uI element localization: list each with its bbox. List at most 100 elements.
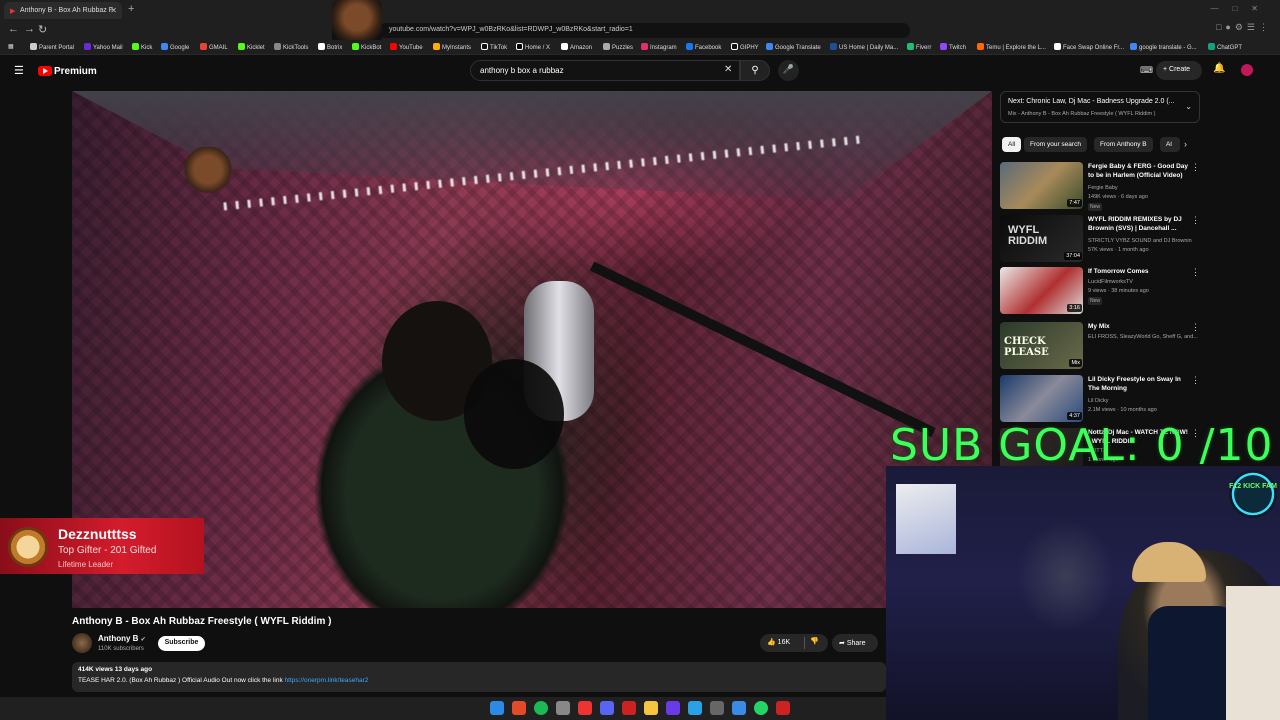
- bookmark-16[interactable]: Facebook: [686, 43, 721, 51]
- duration: 4:37: [1067, 412, 1082, 420]
- new-badge: New: [1088, 203, 1103, 211]
- bookmark-11[interactable]: TikTok: [481, 43, 507, 51]
- bookmarks-bar: ▦ Parent Portal Yahoo Mail Kick Google G…: [0, 40, 1280, 55]
- app-icon[interactable]: [688, 701, 702, 715]
- youtube-brand[interactable]: Premium: [54, 66, 97, 77]
- bookmark-18[interactable]: Google Translate: [766, 43, 821, 51]
- more-options-icon[interactable]: ⋮: [1191, 215, 1200, 226]
- bookmark-5[interactable]: Kicklet: [238, 43, 265, 51]
- bookmark-2[interactable]: Kick: [132, 43, 152, 51]
- description-link[interactable]: https://onerpm.link/teasehar2: [285, 677, 369, 684]
- bookmark-15[interactable]: Instagram: [641, 43, 677, 51]
- app-icon[interactable]: [666, 701, 680, 715]
- recommendation-item[interactable]: 3:16 If Tomorrow Comes LucidFilmworksTV …: [1000, 267, 1200, 315]
- chip-more[interactable]: Al: [1160, 137, 1180, 152]
- streamer-cap: [1132, 542, 1206, 582]
- bookmark-25[interactable]: ChatGPT: [1208, 43, 1242, 51]
- bookmark-23[interactable]: Face Swap Online Fr...: [1054, 43, 1124, 51]
- back-icon[interactable]: ←: [8, 23, 19, 35]
- more-options-icon[interactable]: ⋮: [1191, 267, 1200, 278]
- apps-icon[interactable]: ▦: [8, 43, 14, 50]
- address-bar[interactable]: youtube.com/watch?v=WPJ_w0BzRKo&list=RDW…: [378, 23, 910, 38]
- bookmark-14[interactable]: Puzzles: [603, 43, 633, 51]
- more-options-icon[interactable]: ⋮: [1191, 162, 1200, 173]
- brave-icon[interactable]: [512, 701, 526, 715]
- bookmark-17[interactable]: GIPHY: [731, 43, 759, 51]
- window-controls[interactable]: —□✕: [1210, 4, 1272, 13]
- bookmark-24[interactable]: google translate - G...: [1130, 43, 1197, 51]
- extension-icons[interactable]: □●⚙☰⋮: [1216, 22, 1272, 33]
- streamer-shirt: [1226, 586, 1280, 720]
- forward-icon[interactable]: →: [24, 23, 35, 35]
- chip-all[interactable]: All: [1002, 137, 1022, 152]
- bookmark-22[interactable]: Temu | Explore the L...: [977, 43, 1046, 51]
- bookmark-10[interactable]: MyInstants: [433, 43, 471, 51]
- settings-icon[interactable]: [710, 701, 724, 715]
- bookmark-8[interactable]: KickBot: [352, 43, 381, 51]
- start-icon[interactable]: [490, 701, 504, 715]
- youtube-logo-icon[interactable]: [38, 66, 52, 76]
- search-button[interactable]: ⚲: [740, 60, 770, 81]
- more-options-icon[interactable]: ⋮: [1191, 322, 1200, 333]
- bookmark-6[interactable]: KickTools: [274, 43, 308, 51]
- bookmark-7[interactable]: Botrix: [318, 43, 342, 51]
- more-options-icon[interactable]: ⋮: [1191, 375, 1200, 386]
- rec-title: Lil Dicky Freestyle on Sway In The Morni…: [1088, 376, 1181, 392]
- bookmark-12[interactable]: Home / X: [516, 43, 550, 51]
- share-button[interactable]: ➦ Share: [832, 634, 878, 652]
- top-gifter-overlay: Dezznutttss Top Gifter - 201 Gifted Life…: [0, 518, 204, 574]
- recommendation-item[interactable]: WYFL RIDDIM 37:04 WYFL RIDDIM REMIXES by …: [1000, 215, 1200, 263]
- app-icon[interactable]: [578, 701, 592, 715]
- bookmark-0[interactable]: Parent Portal: [30, 43, 74, 51]
- app-icon[interactable]: [732, 701, 746, 715]
- search-input[interactable]: anthony b box a rubbaz: [470, 60, 740, 81]
- recommendation-item[interactable]: 4:37 Lil Dicky Freestyle on Sway In The …: [1000, 375, 1200, 423]
- recommendation-item[interactable]: 7:47 Fergie Baby & FERG - Good Day to be…: [1000, 162, 1200, 211]
- subscribe-button[interactable]: Subscribe: [158, 636, 205, 651]
- notifications-bell-icon[interactable]: 🔔: [1213, 63, 1225, 74]
- browser-tabbar: ▶ Anthony B - Box Ah Rubbaz F ✕ + —□✕: [0, 0, 1280, 20]
- bookmark-4[interactable]: GMAIL: [200, 43, 228, 51]
- thumbs-up-icon: 👍: [767, 639, 776, 646]
- app-icon[interactable]: [556, 701, 570, 715]
- chip-from-channel[interactable]: From Anthony B: [1094, 137, 1153, 152]
- reload-icon[interactable]: ↻: [38, 23, 47, 36]
- streamer-vest: [1148, 606, 1238, 720]
- like-button[interactable]: 👍 16K: [767, 638, 790, 646]
- dislike-button[interactable]: 👎: [810, 637, 819, 645]
- discord-icon[interactable]: [600, 701, 614, 715]
- new-tab-icon[interactable]: +: [128, 3, 134, 15]
- bookmark-19[interactable]: US Home | Daily Ma...: [830, 43, 898, 51]
- chevron-down-icon[interactable]: ⌄: [1185, 102, 1192, 111]
- create-button[interactable]: + Create: [1156, 61, 1202, 80]
- whatsapp-icon[interactable]: [754, 701, 768, 715]
- rec-channel: STRICTLY VYBZ SOUND and DJ Brownin: [1088, 238, 1192, 244]
- close-tab-icon[interactable]: ✕: [110, 6, 117, 15]
- chevron-right-icon[interactable]: ›: [1184, 139, 1187, 149]
- channel-name[interactable]: Anthony B ✔: [98, 634, 146, 643]
- video-player[interactable]: [72, 91, 992, 608]
- up-next-panel[interactable]: Next: Chronic Law, Dj Mac - Badness Upgr…: [1000, 91, 1200, 123]
- recommendation-item[interactable]: CHECK PLEASE Mix My Mix ELI FROSS, Sleaz…: [1000, 322, 1200, 370]
- chip-from-search[interactable]: From your search: [1024, 137, 1087, 152]
- hamburger-menu-icon[interactable]: ☰: [14, 64, 24, 77]
- bookmark-20[interactable]: Fiverr: [907, 43, 931, 51]
- user-avatar[interactable]: [1241, 64, 1253, 76]
- app-icon[interactable]: [776, 701, 790, 715]
- folder-icon[interactable]: [644, 701, 658, 715]
- bookmark-3[interactable]: Google: [161, 43, 189, 51]
- app-icon[interactable]: [622, 701, 636, 715]
- bookmark-13[interactable]: Amazon: [561, 43, 592, 51]
- rec-meta: 57K views · 1 month ago: [1088, 247, 1149, 253]
- spotify-icon[interactable]: [534, 701, 548, 715]
- channel-avatar[interactable]: [72, 633, 92, 653]
- gifter-badge-icon: [8, 527, 48, 567]
- cast-icon[interactable]: ⌨: [1140, 65, 1153, 76]
- description-box[interactable]: 414K views 13 days ago TEASE HAR 2.0. (B…: [72, 662, 886, 692]
- bookmark-9[interactable]: YouTube: [390, 43, 423, 51]
- browser-tab[interactable]: ▶ Anthony B - Box Ah Rubbaz F ✕: [4, 2, 122, 19]
- bookmark-1[interactable]: Yahoo Mail: [84, 43, 123, 51]
- clear-search-icon[interactable]: ✕: [724, 64, 732, 75]
- voice-search-button[interactable]: 🎤: [778, 60, 799, 81]
- bookmark-21[interactable]: Twitch: [940, 43, 966, 51]
